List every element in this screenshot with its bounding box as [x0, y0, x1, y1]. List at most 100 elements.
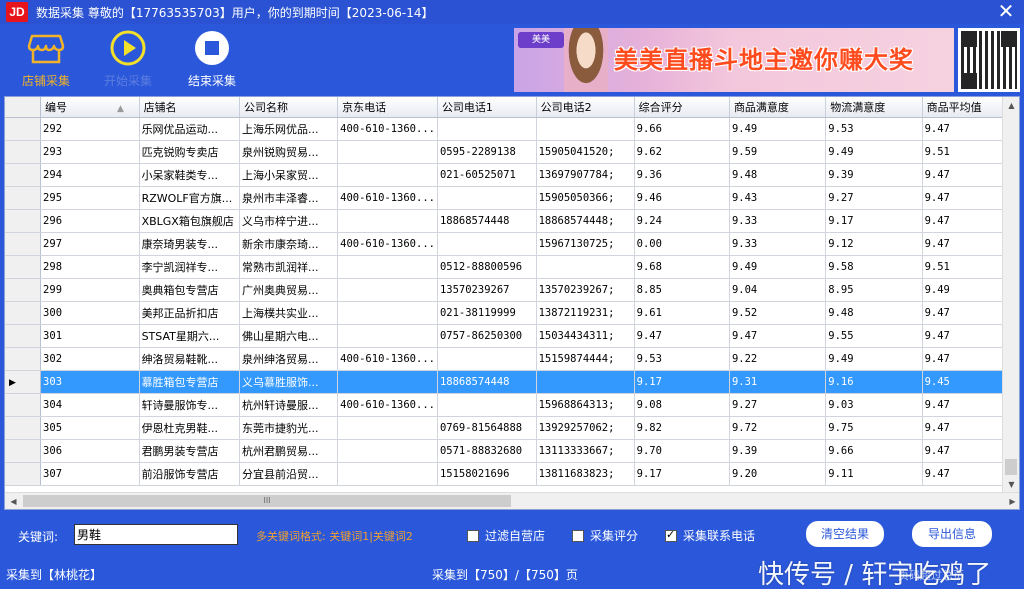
- table-cell[interactable]: 君鹏男装专营店: [139, 439, 241, 463]
- table-cell[interactable]: 400-610-1360...: [337, 393, 438, 417]
- table-cell[interactable]: [437, 117, 537, 141]
- table-cell[interactable]: 9.66: [825, 439, 923, 463]
- table-cell[interactable]: 泉州绅洛贸易...: [239, 347, 339, 371]
- table-cell[interactable]: 306: [40, 439, 140, 463]
- table-cell[interactable]: 0571-88832680: [437, 439, 537, 463]
- table-cell[interactable]: [337, 324, 438, 348]
- table-cell[interactable]: 泉州市丰泽睿...: [239, 186, 339, 210]
- filter-self-box[interactable]: [467, 529, 479, 542]
- table-cell[interactable]: 9.49: [825, 347, 923, 371]
- table-row[interactable]: 294 小呆家鞋类专... 上海小呆家贸... 021-60525071 1369790…: [5, 163, 1019, 187]
- table-cell[interactable]: 13697907784;: [536, 163, 635, 187]
- table-cell[interactable]: 293: [40, 140, 140, 164]
- table-cell[interactable]: 9.82: [634, 416, 730, 440]
- table-cell[interactable]: 泉州锐购贸易...: [239, 140, 339, 164]
- table-cell[interactable]: 9.22: [729, 347, 827, 371]
- table-cell[interactable]: 9.48: [729, 163, 827, 187]
- horizontal-scrollbar[interactable]: ◀ III ▶: [5, 492, 1019, 509]
- table-cell[interactable]: 李宁凯润祥专...: [139, 255, 241, 279]
- row-header[interactable]: [5, 416, 42, 440]
- table-cell[interactable]: 15905050366;: [536, 186, 635, 210]
- table-cell[interactable]: 400-610-1360...: [337, 186, 438, 210]
- table-row[interactable]: 306 君鹏男装专营店 杭州君鹏贸易... 0571-88832680 13113333…: [5, 439, 1019, 463]
- table-cell[interactable]: 18868574448;: [536, 209, 635, 233]
- table-cell[interactable]: 小呆家鞋类专...: [139, 163, 241, 187]
- table-cell[interactable]: 杭州君鹏贸易...: [239, 439, 339, 463]
- table-cell[interactable]: 9.33: [729, 232, 827, 256]
- table-cell[interactable]: [337, 163, 438, 187]
- table-cell[interactable]: 乐网优品运动...: [139, 117, 241, 141]
- table-cell[interactable]: [337, 255, 438, 279]
- table-cell[interactable]: 东莞市捷豹光...: [239, 416, 339, 440]
- stop-collect-button[interactable]: 结束采集: [177, 28, 247, 89]
- row-header[interactable]: [5, 209, 42, 233]
- table-cell[interactable]: 分宜县前沿贸...: [239, 462, 339, 486]
- table-cell[interactable]: 9.47: [634, 324, 730, 348]
- column-header[interactable]: 综合评分: [634, 97, 730, 118]
- table-cell[interactable]: 匹克锐购专卖店: [139, 140, 241, 164]
- table-cell[interactable]: 9.58: [825, 255, 923, 279]
- table-cell[interactable]: 15905041520;: [536, 140, 635, 164]
- table-cell[interactable]: 轩诗曼服饰专...: [139, 393, 241, 417]
- table-cell[interactable]: 15968864313;: [536, 393, 635, 417]
- table-cell[interactable]: XBLGX箱包旗舰店: [139, 209, 241, 233]
- table-cell[interactable]: 9.46: [634, 186, 730, 210]
- table-cell[interactable]: 305: [40, 416, 140, 440]
- store-collect-button[interactable]: 店铺采集: [11, 28, 81, 89]
- table-row[interactable]: 299 奥典箱包专营店 广州奥典贸易... 13570239267 1357023926…: [5, 278, 1019, 302]
- table-cell[interactable]: 9.27: [729, 393, 827, 417]
- table-cell[interactable]: 298: [40, 255, 140, 279]
- column-header[interactable]: 物流满意度: [825, 97, 923, 118]
- table-row[interactable]: 304 轩诗曼服饰专... 杭州轩诗曼服... 400-610-1360... 1596…: [5, 393, 1019, 417]
- table-cell[interactable]: 9.12: [825, 232, 923, 256]
- table-cell[interactable]: 新余市康奈琦...: [239, 232, 339, 256]
- table-cell[interactable]: 9.03: [825, 393, 923, 417]
- table-cell[interactable]: 前沿服饰专营店: [139, 462, 241, 486]
- table-cell[interactable]: 佛山星期六电...: [239, 324, 339, 348]
- table-row[interactable]: 292 乐网优品运动... 上海乐网优品... 400-610-1360... 9.66…: [5, 117, 1019, 141]
- table-row[interactable]: 295 RZWOLF官方旗... 泉州市丰泽睿... 400-610-1360... 1…: [5, 186, 1019, 210]
- row-header[interactable]: [5, 462, 42, 486]
- scroll-right-icon[interactable]: ▶: [1004, 493, 1019, 509]
- row-header[interactable]: [5, 232, 42, 256]
- table-cell[interactable]: [437, 393, 537, 417]
- table-cell[interactable]: 9.16: [825, 370, 923, 394]
- table-cell[interactable]: [536, 370, 635, 394]
- collect-phone-box[interactable]: [665, 528, 677, 542]
- filter-self-checkbox[interactable]: 过滤自营店: [467, 527, 545, 544]
- table-cell[interactable]: [337, 140, 438, 164]
- table-cell[interactable]: 0769-81564888: [437, 416, 537, 440]
- table-cell[interactable]: 15159874444;: [536, 347, 635, 371]
- close-icon[interactable]: ✕: [996, 0, 1016, 22]
- row-header[interactable]: [5, 324, 42, 348]
- table-row[interactable]: 305 伊恩杜克男鞋... 东莞市捷豹光... 0769-81564888 139292…: [5, 416, 1019, 440]
- table-cell[interactable]: [437, 347, 537, 371]
- table-cell[interactable]: 上海樸共实业...: [239, 301, 339, 325]
- table-cell[interactable]: 400-610-1360...: [337, 347, 438, 371]
- table-cell[interactable]: 13570239267;: [536, 278, 635, 302]
- horizontal-scroll-thumb[interactable]: III: [23, 495, 511, 507]
- table-cell[interactable]: [337, 370, 438, 394]
- table-row[interactable]: 302 绅洛贸易鞋靴... 泉州绅洛贸易... 400-610-1360... 1515…: [5, 347, 1019, 371]
- table-cell[interactable]: 9.52: [729, 301, 827, 325]
- table-cell[interactable]: [536, 255, 635, 279]
- table-cell[interactable]: 400-610-1360...: [337, 117, 438, 141]
- table-cell[interactable]: 伊恩杜克男鞋...: [139, 416, 241, 440]
- table-cell[interactable]: 义乌慕胜服饰...: [239, 370, 339, 394]
- table-cell[interactable]: 上海乐网优品...: [239, 117, 339, 141]
- table-cell[interactable]: [337, 209, 438, 233]
- table-cell[interactable]: 13811683823;: [536, 462, 635, 486]
- table-cell[interactable]: 292: [40, 117, 140, 141]
- table-cell[interactable]: 绅洛贸易鞋靴...: [139, 347, 241, 371]
- row-header[interactable]: [5, 301, 42, 325]
- column-header[interactable]: 京东电话: [337, 97, 438, 118]
- table-row[interactable]: ▶ 303 慕胜箱包专营店 义乌慕胜服饰... 18868574448 9.17 9.31 9…: [5, 370, 1019, 394]
- table-cell[interactable]: 9.17: [634, 462, 730, 486]
- table-cell[interactable]: 400-610-1360...: [337, 232, 438, 256]
- scroll-up-icon[interactable]: ▲: [1003, 97, 1019, 114]
- table-cell[interactable]: 奥典箱包专营店: [139, 278, 241, 302]
- table-cell[interactable]: 常熟市凯润祥...: [239, 255, 339, 279]
- table-cell[interactable]: [536, 117, 635, 141]
- export-info-button[interactable]: 导出信息: [912, 521, 992, 547]
- table-cell[interactable]: [337, 416, 438, 440]
